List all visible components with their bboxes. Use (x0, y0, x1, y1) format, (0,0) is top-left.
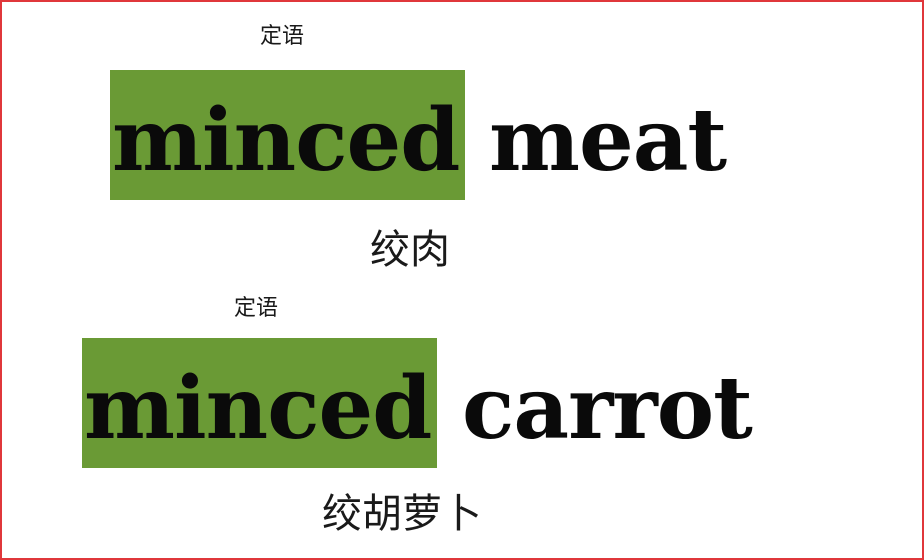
translation-1: 绞肉 (370, 227, 450, 273)
modifier-word-2: minced (84, 358, 432, 459)
modifier-word-1: minced (112, 90, 460, 191)
translation-2: 绞胡萝卜 (322, 491, 482, 537)
slide-frame: 定语 minced meat 绞肉 定语 minced carrot 绞胡萝卜 (0, 0, 924, 560)
noun-word-1: meat (489, 90, 727, 191)
phrase-minced-meat: minced meat (110, 70, 750, 200)
attributive-label-1: 定语 (260, 24, 305, 49)
noun-word-2: carrot (462, 358, 753, 459)
phrase-minced-carrot: minced carrot (82, 338, 782, 468)
attributive-label-2: 定语 (234, 296, 279, 321)
